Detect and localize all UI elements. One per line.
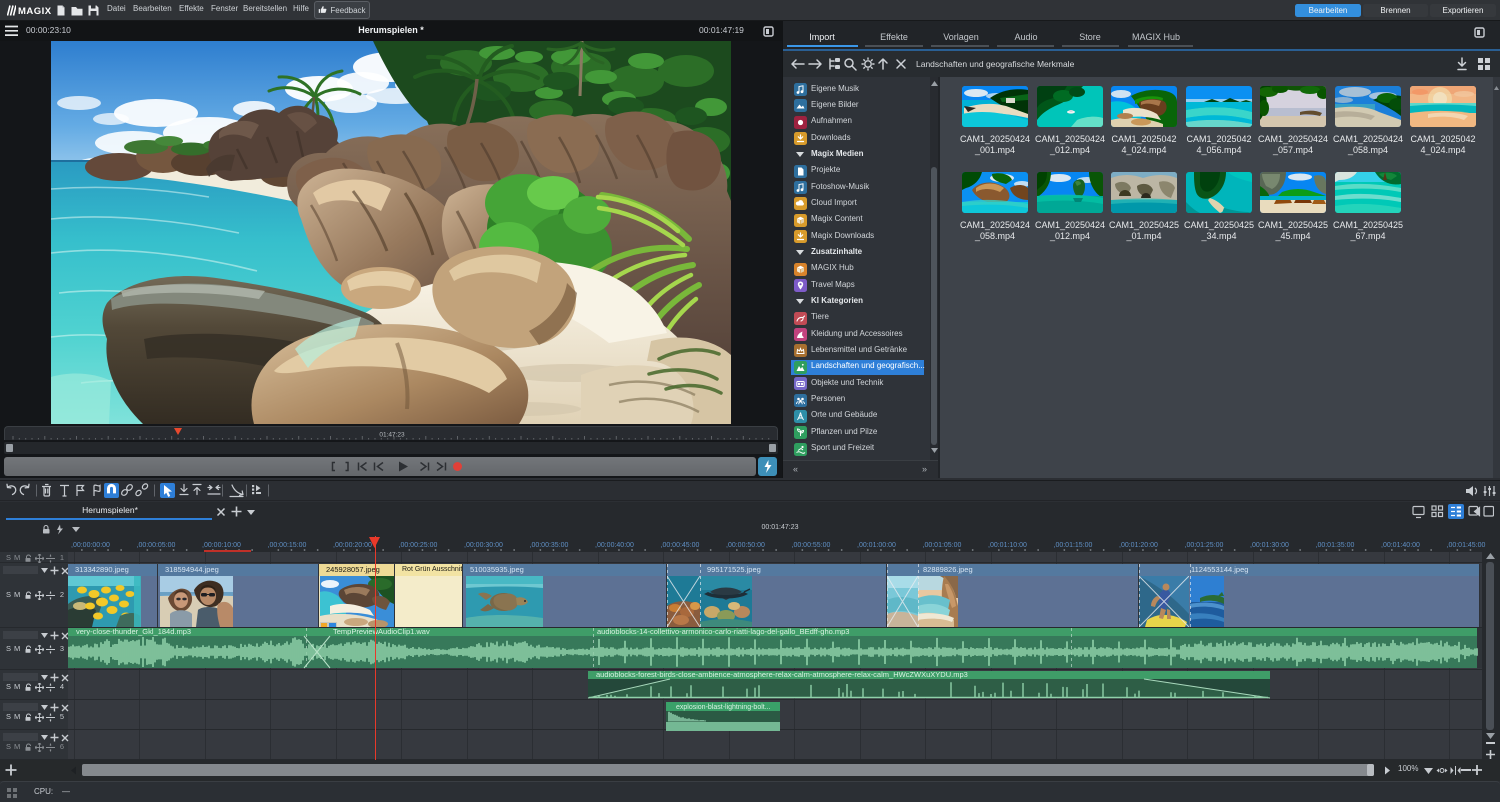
svg-text:01:47:23: 01:47:23 <box>379 432 405 439</box>
svg-text:,00:00:05:00: ,00:00:05:00 <box>137 542 176 549</box>
svg-text:,00:00:40:00: ,00:00:40:00 <box>595 542 634 549</box>
svg-text:,00:01:40:00: ,00:01:40:00 <box>1381 542 1420 549</box>
svg-text:,00:00:30:00: ,00:00:30:00 <box>464 542 503 549</box>
svg-text:,00:00:25:00: ,00:00:25:00 <box>399 542 438 549</box>
svg-text:,00:01:35:00: ,00:01:35:00 <box>1316 542 1355 549</box>
svg-text:,00:01:30:00: ,00:01:30:00 <box>1250 542 1289 549</box>
svg-text:,00:00:20:00: ,00:00:20:00 <box>333 542 372 549</box>
svg-text:,00:00:55:00: ,00:00:55:00 <box>792 542 831 549</box>
svg-text:,00:01:10:00: ,00:01:10:00 <box>988 542 1027 549</box>
svg-text:,00:00:35:00: ,00:00:35:00 <box>530 542 569 549</box>
svg-text:,00:01:45:00: ,00:01:45:00 <box>1447 542 1486 549</box>
svg-text:,00:01:00:00: ,00:01:00:00 <box>857 542 896 549</box>
svg-text:,00:00:50:00: ,00:00:50:00 <box>726 542 765 549</box>
svg-text:,00:01:05:00: ,00:01:05:00 <box>923 542 962 549</box>
svg-text:,00:00:10:00: ,00:00:10:00 <box>202 542 241 549</box>
svg-text:,00:01:15:00: ,00:01:15:00 <box>1054 542 1093 549</box>
svg-text:,00:00:15:00: ,00:00:15:00 <box>268 542 307 549</box>
svg-text:,00:00:45:00: ,00:00:45:00 <box>661 542 700 549</box>
svg-text:,00:00:00:00: ,00:00:00:00 <box>71 542 110 549</box>
svg-text:,00:01:25:00: ,00:01:25:00 <box>1185 542 1224 549</box>
svg-text:,00:01:20:00: ,00:01:20:00 <box>1119 542 1158 549</box>
svg-text:Landschaften und geografische: Landschaften und geografische Merkmale <box>916 59 1075 69</box>
